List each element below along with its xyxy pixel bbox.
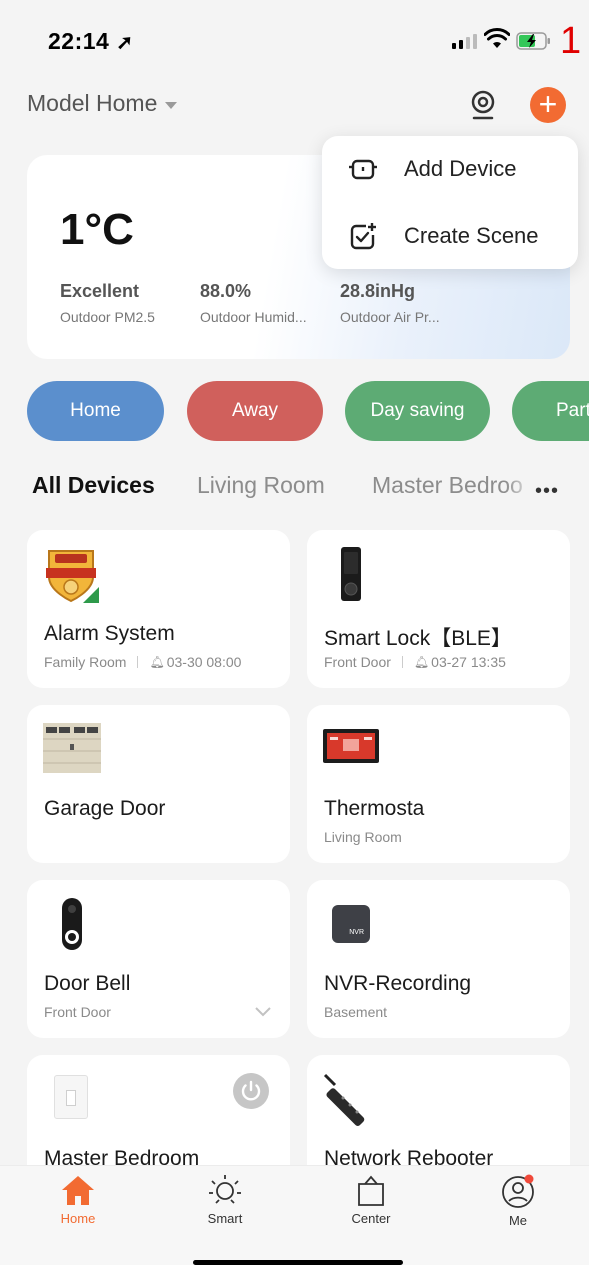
weather-stat: Excellent Outdoor PM2.5	[60, 281, 155, 325]
nvr-icon: NVR	[332, 905, 370, 943]
wifi-icon	[484, 28, 510, 48]
device-name: Garage Door	[44, 797, 166, 820]
scene-chip-day-saving[interactable]: Day saving	[345, 381, 490, 441]
device-subtitle: Front Door	[44, 1004, 111, 1020]
device-name: NVR-Recording	[324, 972, 472, 995]
temperature: 1°C	[60, 205, 134, 254]
more-rooms-button[interactable]: •••	[535, 480, 559, 503]
bottom-nav: Home Smart Center Me	[0, 1165, 589, 1265]
nav-me[interactable]: Me	[478, 1174, 558, 1228]
doorbell-icon	[62, 898, 82, 950]
home-selector[interactable]: Model Home	[27, 90, 178, 117]
shopping-bag-icon	[358, 1175, 384, 1206]
device-card-alarm-system[interactable]: Alarm System Family Room 🔔︎ 03-30 08:00	[27, 530, 290, 688]
power-strip-icon	[323, 1073, 365, 1127]
garage-door-icon	[43, 723, 101, 773]
tab-all-devices[interactable]: All Devices	[32, 472, 155, 499]
power-button-icon[interactable]	[233, 1073, 269, 1109]
chevron-down-icon[interactable]	[255, 1007, 271, 1017]
scene-chip-home[interactable]: Home	[27, 381, 164, 441]
smart-lock-icon	[341, 547, 361, 601]
battery-charging-icon	[516, 32, 550, 50]
nav-center[interactable]: Center	[331, 1174, 411, 1226]
home-name: Model Home	[27, 90, 158, 116]
device-subtitle: Basement	[324, 1004, 388, 1020]
scene-chip-party[interactable]: Part	[512, 381, 589, 441]
location-arrow-icon: ➚	[116, 32, 134, 54]
home-icon	[62, 1176, 94, 1205]
home-indicator	[193, 1260, 403, 1265]
annotation-marker: 1	[560, 20, 582, 62]
device-card-smart-lock[interactable]: Smart Lock【BLE】 Front Door 🔔︎ 03-27 13:3…	[307, 530, 570, 688]
device-subtitle: Front Door 🔔︎ 03-27 13:35	[324, 654, 506, 670]
tab-fade	[505, 468, 535, 504]
device-name: Alarm System	[44, 622, 175, 645]
nav-home[interactable]: Home	[38, 1174, 118, 1226]
sun-icon	[209, 1175, 241, 1204]
weather-stat: 88.0% Outdoor Humid...	[200, 281, 307, 325]
alarm-system-icon	[46, 550, 99, 603]
thermostat-icon	[323, 729, 379, 763]
status-time: 22:14 ➚	[48, 28, 134, 54]
profile-icon	[502, 1174, 534, 1208]
tab-master-bedroom[interactable]: Master Bedroo	[372, 472, 522, 499]
light-switch-icon	[54, 1075, 88, 1119]
device-card-garage-door[interactable]: Garage Door	[27, 705, 290, 863]
bell-icon: 🔔︎	[413, 655, 430, 669]
cellular-signal-icon	[452, 34, 477, 49]
bell-icon: 🔔︎	[149, 655, 165, 669]
status-bar: 22:14 ➚ 1	[0, 0, 589, 80]
device-card-nvr-recording[interactable]: NVR NVR-Recording Basement	[307, 880, 570, 1038]
device-card-thermostat[interactable]: Thermosta Living Room	[307, 705, 570, 863]
device-name: Smart Lock【BLE】	[324, 627, 512, 650]
weather-stat: 28.8inHg Outdoor Air Pr...	[340, 281, 440, 325]
highlight-box	[322, 136, 578, 269]
device-name: Thermosta	[324, 797, 425, 820]
dropdown-arrow-icon	[165, 101, 178, 109]
nav-smart[interactable]: Smart	[185, 1174, 265, 1226]
device-subtitle: Family Room 🔔︎ 03-30 08:00	[44, 654, 242, 670]
add-button[interactable]: +	[530, 87, 566, 123]
camera-icon[interactable]	[466, 88, 500, 122]
scene-chip-away[interactable]: Away	[187, 381, 323, 441]
device-card-door-bell[interactable]: Door Bell Front Door	[27, 880, 290, 1038]
tab-living-room[interactable]: Living Room	[197, 472, 325, 499]
device-name: Door Bell	[44, 972, 131, 995]
device-subtitle: Living Room	[324, 829, 402, 845]
